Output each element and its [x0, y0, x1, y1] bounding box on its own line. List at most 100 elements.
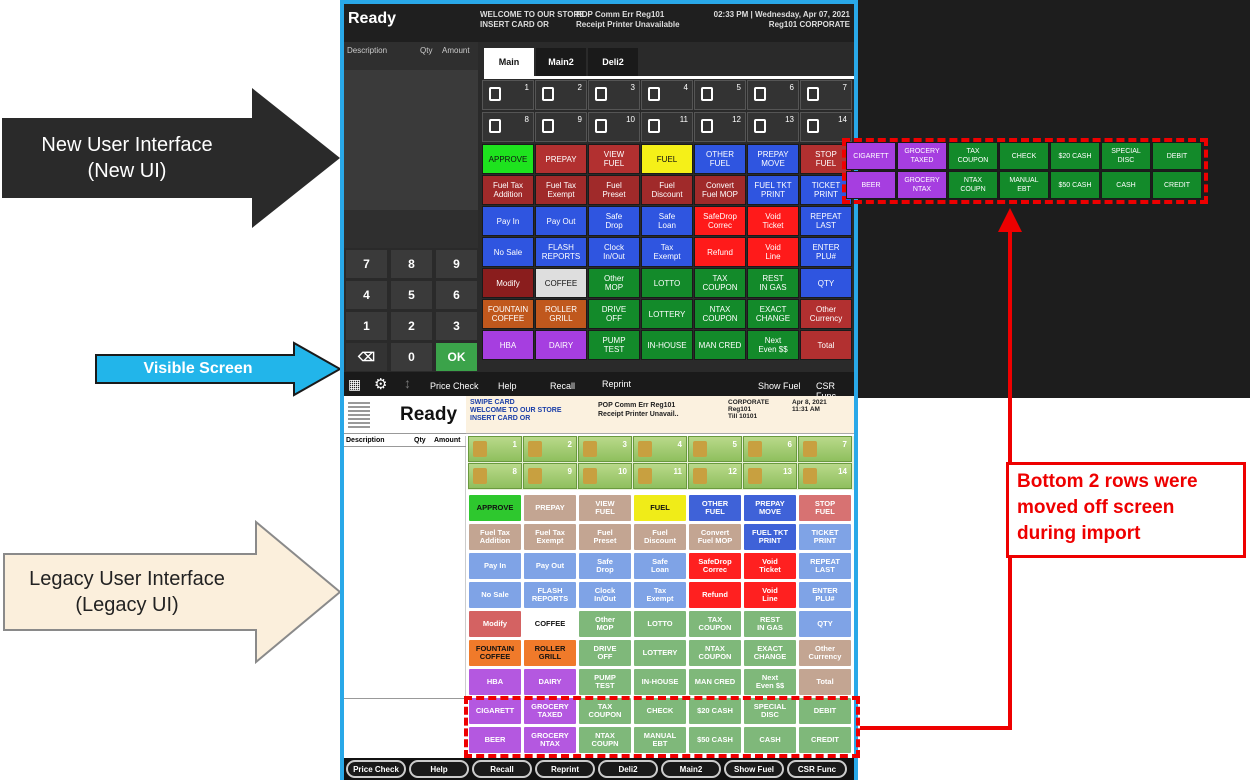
- tab-main2[interactable]: Main2: [536, 48, 586, 76]
- legacy-button-other-currency[interactable]: Other Currency: [798, 639, 852, 667]
- help-button[interactable]: Help: [498, 381, 517, 391]
- button-fountain-coffee[interactable]: FOUNTAIN COFFEE: [482, 299, 534, 329]
- legacy-pump-7[interactable]: 7: [798, 436, 852, 462]
- keypad-8[interactable]: 8: [391, 250, 432, 278]
- legacy-button-fountain-coffee[interactable]: FOUNTAIN COFFEE: [468, 639, 522, 667]
- pump-5[interactable]: 5: [694, 80, 746, 110]
- button-approve[interactable]: APPROVE: [482, 144, 534, 174]
- legacy-button-void-line[interactable]: Void Line: [743, 581, 797, 609]
- button-other-mop[interactable]: Other MOP: [588, 268, 640, 298]
- keypad-backspace[interactable]: ⌫: [346, 343, 387, 371]
- keypad-ok[interactable]: OK: [436, 343, 477, 371]
- legacy-button-approve[interactable]: APPROVE: [468, 494, 522, 522]
- legacy-deli2-button[interactable]: Deli2: [598, 760, 658, 778]
- button-no-sale[interactable]: No Sale: [482, 237, 534, 267]
- legacy-button-convert-fuel-mop[interactable]: Convert Fuel MOP: [688, 523, 742, 551]
- legacy-price-check-button[interactable]: Price Check: [346, 760, 406, 778]
- button-lotto[interactable]: LOTTO: [641, 268, 693, 298]
- pump-3[interactable]: 3: [588, 80, 640, 110]
- legacy-button-modify[interactable]: Modify: [468, 610, 522, 638]
- legacy-button-safedrop-correc[interactable]: SafeDrop Correc: [688, 552, 742, 580]
- button-exact-change[interactable]: EXACT CHANGE: [747, 299, 799, 329]
- legacy-pump-11[interactable]: 11: [633, 463, 687, 489]
- legacy-csr-func-button[interactable]: CSR Func: [787, 760, 847, 778]
- button-refund[interactable]: Refund: [694, 237, 746, 267]
- legacy-button-man-cred[interactable]: MAN CRED: [688, 668, 742, 696]
- legacy-show-fuel-button[interactable]: Show Fuel: [724, 760, 784, 778]
- legacy-button-total[interactable]: Total: [798, 668, 852, 696]
- legacy-button-fuel-tax-exempt[interactable]: Fuel Tax Exempt: [523, 523, 577, 551]
- pump-10[interactable]: 10: [588, 112, 640, 142]
- button-fuel-tax-addition[interactable]: Fuel Tax Addition: [482, 175, 534, 205]
- button-lottery[interactable]: LOTTERY: [641, 299, 693, 329]
- legacy-button-next-even-[interactable]: Next Even $$: [743, 668, 797, 696]
- scroll-arrow-icon[interactable]: ↕: [404, 375, 411, 391]
- legacy-button-qty[interactable]: QTY: [798, 610, 852, 638]
- button-qty[interactable]: QTY: [800, 268, 852, 298]
- button-prepay-move[interactable]: PREPAY MOVE: [747, 144, 799, 174]
- legacy-pump-6[interactable]: 6: [743, 436, 797, 462]
- tab-deli2[interactable]: Deli2: [588, 48, 638, 76]
- legacy-button-fuel-tax-addition[interactable]: Fuel Tax Addition: [468, 523, 522, 551]
- legacy-button-view-fuel[interactable]: VIEW FUEL: [578, 494, 632, 522]
- button-drive-off[interactable]: DRIVE OFF: [588, 299, 640, 329]
- pump-7[interactable]: 7: [800, 80, 852, 110]
- legacy-button-other-mop[interactable]: Other MOP: [578, 610, 632, 638]
- button-rest-in-gas[interactable]: REST IN GAS: [747, 268, 799, 298]
- legacy-pump-14[interactable]: 14: [798, 463, 852, 489]
- legacy-button-other-fuel[interactable]: OTHER FUEL: [688, 494, 742, 522]
- pump-6[interactable]: 6: [747, 80, 799, 110]
- legacy-button-exact-change[interactable]: EXACT CHANGE: [743, 639, 797, 667]
- legacy-pump-5[interactable]: 5: [688, 436, 742, 462]
- pump-13[interactable]: 13: [747, 112, 799, 142]
- legacy-pump-4[interactable]: 4: [633, 436, 687, 462]
- pump-11[interactable]: 11: [641, 112, 693, 142]
- button-in-house[interactable]: IN-HOUSE: [641, 330, 693, 360]
- keypad-7[interactable]: 7: [346, 250, 387, 278]
- pump-2[interactable]: 2: [535, 80, 587, 110]
- legacy-button-dairy[interactable]: DAIRY: [523, 668, 577, 696]
- keypad-0[interactable]: 0: [391, 343, 432, 371]
- button-coffee[interactable]: COFFEE: [535, 268, 587, 298]
- legacy-pump-2[interactable]: 2: [523, 436, 577, 462]
- button-fuel-preset[interactable]: Fuel Preset: [588, 175, 640, 205]
- legacy-button-fuel-preset[interactable]: Fuel Preset: [578, 523, 632, 551]
- legacy-button-coffee[interactable]: COFFEE: [523, 610, 577, 638]
- button-tax-exempt[interactable]: Tax Exempt: [641, 237, 693, 267]
- legacy-button-safe-drop[interactable]: Safe Drop: [578, 552, 632, 580]
- legacy-main2-button[interactable]: Main2: [661, 760, 721, 778]
- keypad-4[interactable]: 4: [346, 281, 387, 309]
- button-ntax-coupon[interactable]: NTAX COUPON: [694, 299, 746, 329]
- keypad-9[interactable]: 9: [436, 250, 477, 278]
- button-modify[interactable]: Modify: [482, 268, 534, 298]
- legacy-button-drive-off[interactable]: DRIVE OFF: [578, 639, 632, 667]
- button-pump-test[interactable]: PUMP TEST: [588, 330, 640, 360]
- barcode-icon[interactable]: ▦: [348, 376, 361, 393]
- button-convert-fuel-mop[interactable]: Convert Fuel MOP: [694, 175, 746, 205]
- button-next-even-[interactable]: Next Even $$: [747, 330, 799, 360]
- legacy-button-fuel-tkt-print[interactable]: FUEL TKT PRINT: [743, 523, 797, 551]
- button-pay-out[interactable]: Pay Out: [535, 206, 587, 236]
- legacy-recall-button[interactable]: Recall: [472, 760, 532, 778]
- show-fuel-button[interactable]: Show Fuel: [758, 381, 801, 391]
- keypad-2[interactable]: 2: [391, 312, 432, 340]
- button-safe-drop[interactable]: Safe Drop: [588, 206, 640, 236]
- button-fuel-tax-exempt[interactable]: Fuel Tax Exempt: [535, 175, 587, 205]
- legacy-button-roller-grill[interactable]: ROLLER GRILL: [523, 639, 577, 667]
- button-hba[interactable]: HBA: [482, 330, 534, 360]
- button-dairy[interactable]: DAIRY: [535, 330, 587, 360]
- tab-main[interactable]: Main: [484, 48, 534, 76]
- legacy-help-button[interactable]: Help: [409, 760, 469, 778]
- button-total[interactable]: Total: [800, 330, 852, 360]
- legacy-button-prepay[interactable]: PREPAY: [523, 494, 577, 522]
- pump-12[interactable]: 12: [694, 112, 746, 142]
- legacy-button-refund[interactable]: Refund: [688, 581, 742, 609]
- legacy-pump-12[interactable]: 12: [688, 463, 742, 489]
- keypad-6[interactable]: 6: [436, 281, 477, 309]
- button-pay-in[interactable]: Pay In: [482, 206, 534, 236]
- legacy-button-fuel[interactable]: FUEL: [633, 494, 687, 522]
- legacy-button-hba[interactable]: HBA: [468, 668, 522, 696]
- button-safe-loan[interactable]: Safe Loan: [641, 206, 693, 236]
- pump-1[interactable]: 1: [482, 80, 534, 110]
- button-flash-reports[interactable]: FLASH REPORTS: [535, 237, 587, 267]
